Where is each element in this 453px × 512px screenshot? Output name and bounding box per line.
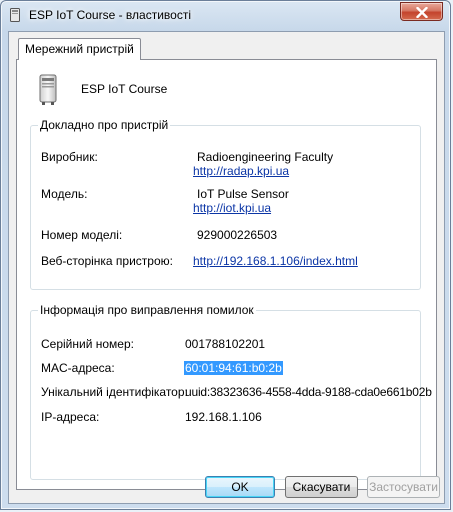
title-bar[interactable]: ESP IoT Course - властивості [1, 1, 450, 29]
serial-number-value[interactable]: 001788102201 [185, 337, 265, 351]
properties-window: ESP IoT Course - властивості Мережний пр… [0, 0, 451, 510]
dialog-client-area: Мережний пристрій ESP IoT Course Докладн… [8, 31, 445, 504]
manufacturer-value: Radioengineering Faculty [197, 150, 334, 164]
model-number-label: Номер моделі: [41, 228, 123, 242]
serial-number-label: Серійний номер: [41, 337, 134, 351]
close-icon [416, 7, 428, 18]
model-link[interactable]: http://iot.kpi.ua [193, 201, 271, 215]
model-value: IoT Pulse Sensor [197, 187, 289, 201]
model-number-value: 929000226503 [197, 228, 278, 242]
device-details-title: Докладно про пристрій [38, 118, 171, 133]
close-button[interactable] [400, 2, 443, 21]
window-title: ESP IoT Course - властивості [29, 8, 191, 22]
cancel-button[interactable]: Скасувати [285, 476, 358, 498]
ip-address-value[interactable]: 192.168.1.106 [185, 410, 262, 424]
ok-button[interactable]: OK [205, 476, 275, 498]
device-app-icon [9, 8, 21, 22]
device-webpage-label: Веб-сторінка пристрою: [41, 254, 173, 268]
apply-button[interactable]: Застосувати [367, 476, 440, 498]
tab-network-device[interactable]: Мережний пристрій [18, 38, 141, 60]
manufacturer-link[interactable]: http://radap.kpi.ua [193, 164, 289, 178]
manufacturer-label: Виробник: [41, 150, 98, 164]
device-name: ESP IoT Course [81, 82, 168, 96]
troubleshooting-group: Інформація про виправлення помилок Серій… [30, 303, 432, 480]
device-details-group: Докладно про пристрій Виробник: Radioeng… [30, 118, 421, 290]
mac-address-value[interactable]: 60:01:94:61:b0:2b [184, 361, 283, 375]
device-webpage-link[interactable]: http://192.168.1.106/index.html [193, 254, 358, 268]
ip-address-label: IP-адреса: [41, 410, 100, 424]
tab-page: ESP IoT Course Докладно про пристрій Вир… [16, 59, 437, 490]
troubleshooting-title: Інформація про виправлення помилок [38, 303, 256, 318]
mac-address-label: MAC-адреса: [41, 361, 115, 375]
unique-id-label: Унікальний ідентифікатор: [41, 385, 188, 399]
model-label: Модель: [41, 187, 88, 201]
unique-id-value[interactable]: uuid:38323636-4558-4dda-9188-cda0e661b02… [185, 385, 432, 399]
network-device-icon [38, 74, 58, 106]
